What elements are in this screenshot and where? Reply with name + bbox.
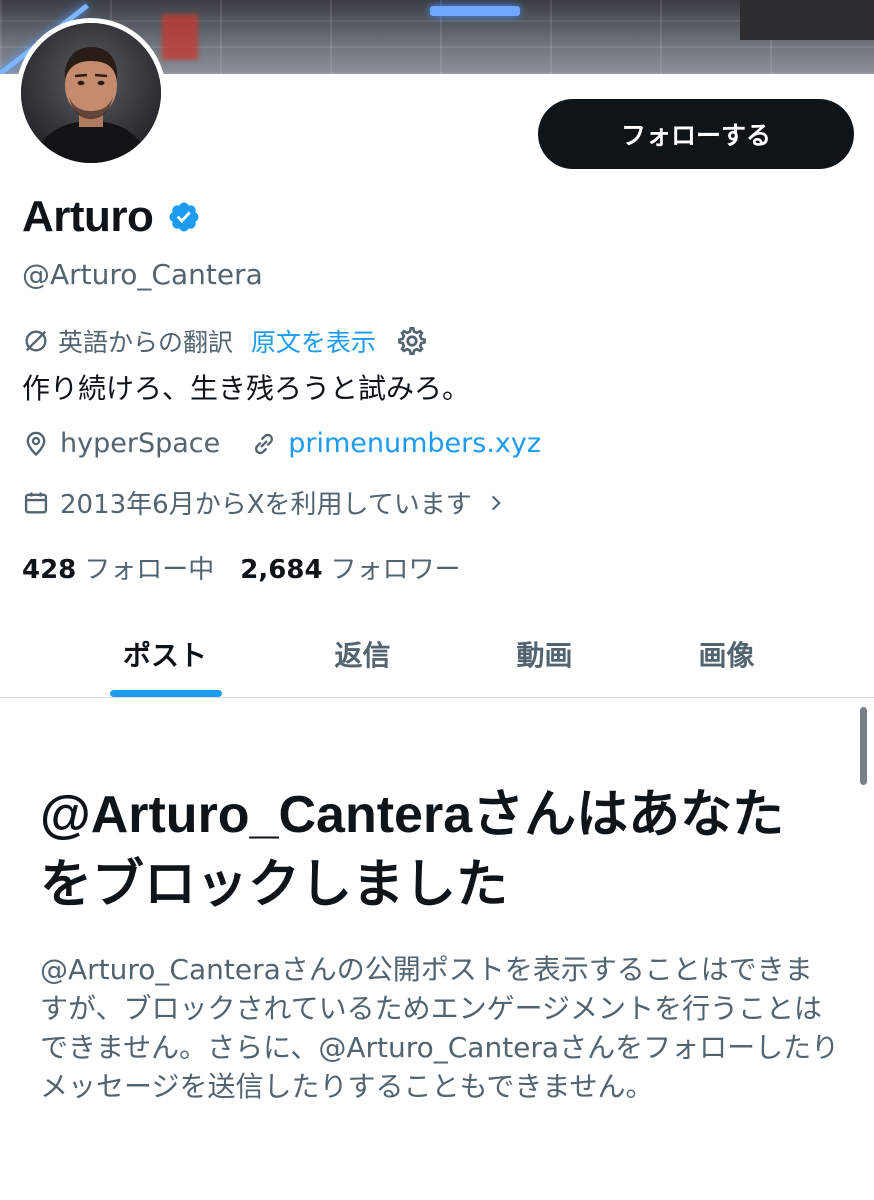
gear-icon[interactable] xyxy=(396,325,428,357)
profile-name: Arturo xyxy=(22,192,154,241)
following-stat[interactable]: 428 フォロー中 xyxy=(22,549,214,586)
join-date-row[interactable]: 2013年6月からXを利用しています xyxy=(22,484,506,521)
tab-images[interactable]: 画像 xyxy=(634,610,819,698)
translation-note: 英語からの翻訳 xyxy=(58,328,234,357)
join-date: 2013年6月からXを利用しています xyxy=(60,490,472,520)
banner-blue-light xyxy=(430,6,520,16)
followers-count: 2,684 xyxy=(240,555,323,585)
profile-location: hyperSpace xyxy=(60,428,221,459)
tab-replies[interactable]: 返信 xyxy=(270,610,455,698)
tab-videos[interactable]: 動画 xyxy=(452,610,637,698)
following-label: フォロー中 xyxy=(84,555,215,585)
profile-handle: @Arturo_Cantera xyxy=(22,258,263,291)
following-count: 428 xyxy=(22,555,77,585)
banner-dark-panel xyxy=(740,0,874,40)
follow-button[interactable]: フォローする xyxy=(538,99,854,169)
tab-posts[interactable]: ポスト xyxy=(70,610,260,698)
translate-icon xyxy=(25,330,47,352)
profile-meta-row: hyperSpace primenumbers.xyz xyxy=(22,428,541,459)
show-original-link[interactable]: 原文を表示 xyxy=(251,323,376,359)
calendar-icon xyxy=(24,492,48,513)
profile-bio: 作り続けろ、生き残ろうと試みろ。 xyxy=(22,372,471,405)
verified-badge-icon[interactable] xyxy=(167,200,201,234)
link-icon xyxy=(255,433,274,454)
blocked-notice-body: @Arturo_Canteraさんの公開ポストを表示することはできますが、ブロッ… xyxy=(40,953,840,1103)
follow-stats-row: 428 フォロー中 2,684 フォロワー xyxy=(22,549,461,586)
profile-tabs: ポスト 返信 動画 画像 xyxy=(0,610,874,698)
avatar[interactable] xyxy=(16,18,166,168)
profile-name-row: Arturo xyxy=(22,192,201,242)
profile-page: フォローする Arturo @Arturo_Cantera 英語からの翻訳 原文… xyxy=(0,0,874,1200)
translation-note-row: 英語からの翻訳 原文を表示 xyxy=(22,323,428,359)
banner-red-light xyxy=(162,14,198,60)
location-pin-icon xyxy=(26,431,46,456)
followers-stat[interactable]: 2,684 フォロワー xyxy=(240,549,460,586)
scrollbar[interactable] xyxy=(860,707,867,785)
profile-website-link[interactable]: primenumbers.xyz xyxy=(288,428,541,459)
active-tab-indicator xyxy=(110,690,222,697)
followers-label: フォロワー xyxy=(330,555,461,585)
chevron-right-icon xyxy=(491,495,501,510)
blocked-notice-title: @Arturo_Canteraさんはあなたをブロックしました xyxy=(40,786,785,914)
